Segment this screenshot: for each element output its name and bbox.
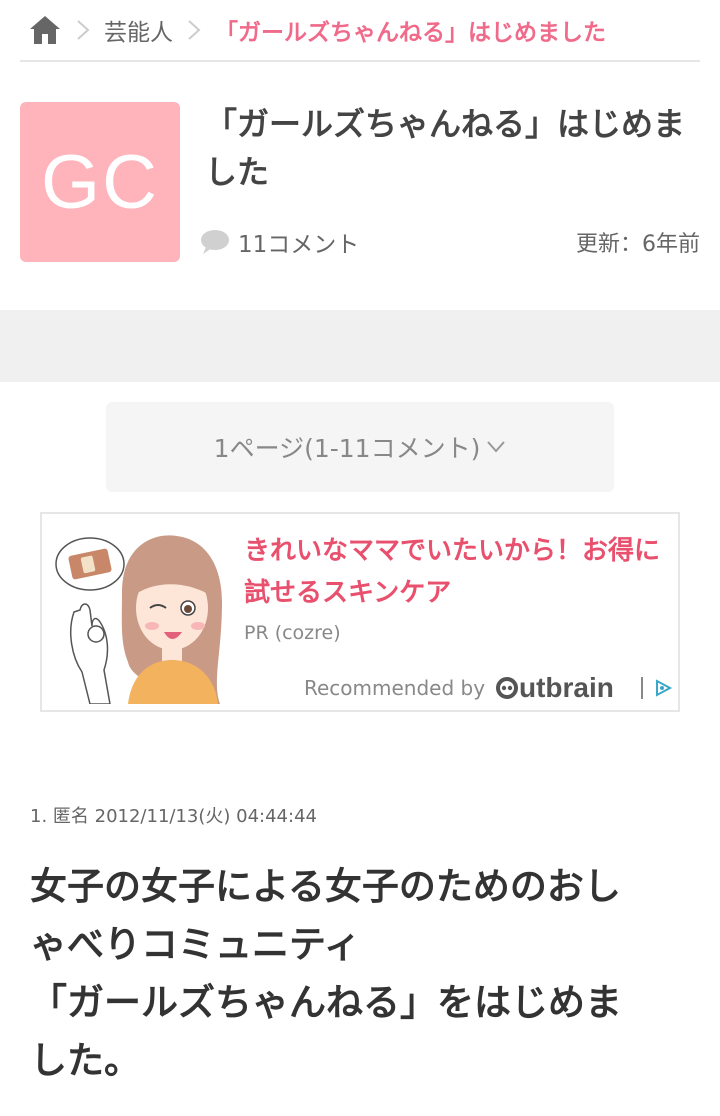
- breadcrumb-category[interactable]: 芸能人: [104, 13, 173, 47]
- divider-band: [0, 310, 720, 382]
- ad-attribution[interactable]: Recommended by utbrain: [304, 672, 673, 704]
- thumbnail-logo-text: GC: [41, 139, 159, 225]
- ad-card[interactable]: きれいなママでいたいから！お得に試せるスキンケア PR (cozre) Reco…: [40, 512, 680, 712]
- page-selector[interactable]: 1ページ(1-11コメント): [106, 402, 614, 492]
- ad-sponsor: PR (cozre): [244, 622, 341, 644]
- page-title: 「ガールズちゃんねる」はじめました: [205, 105, 686, 191]
- ad-headline[interactable]: きれいなママでいたいから！お得に試せるスキンケア: [244, 530, 664, 614]
- updated-time: 更新：6年前: [576, 232, 700, 257]
- comment-line: 「ガールズちゃんねる」をはじめま: [30, 981, 622, 1024]
- chevron-right-icon: [188, 20, 201, 40]
- recommended-by-label: Recommended by: [304, 676, 486, 700]
- divider: [641, 677, 644, 699]
- comment-line: した。: [30, 1039, 141, 1082]
- outbrain-logo[interactable]: utbrain: [495, 672, 633, 704]
- chevron-down-icon: [487, 441, 506, 453]
- speech-bubble-icon: [201, 230, 229, 254]
- breadcrumb-current: 「ガールズちゃんねる」はじめました: [215, 20, 606, 46]
- breadcrumb: 芸能人 「ガールズちゃんねる」はじめました: [20, 0, 700, 62]
- adchoices-icon[interactable]: [653, 678, 673, 698]
- comment-line: ゃべりコミュニティ: [30, 923, 361, 966]
- ad-illustration[interactable]: [52, 522, 224, 704]
- comment-body: 女子の女子による女子のためのおし ゃべりコミュニティ 「ガールズちゃんねる」をは…: [30, 858, 690, 1090]
- topic-thumbnail: GC: [20, 102, 180, 262]
- comment-count[interactable]: 11コメント: [238, 225, 359, 259]
- chevron-right-icon: [77, 20, 90, 40]
- comment-line: 女子の女子による女子のためのおし: [30, 865, 621, 908]
- home-icon[interactable]: [28, 13, 62, 47]
- article-meta: 11コメント 更新：6年前: [200, 224, 700, 260]
- page-selector-label: 1ページ(1-11コメント): [213, 434, 481, 463]
- comment-header: 1. 匿名 2012/11/13(火) 04:44:44: [30, 806, 317, 827]
- svg-text:utbrain: utbrain: [519, 672, 614, 703]
